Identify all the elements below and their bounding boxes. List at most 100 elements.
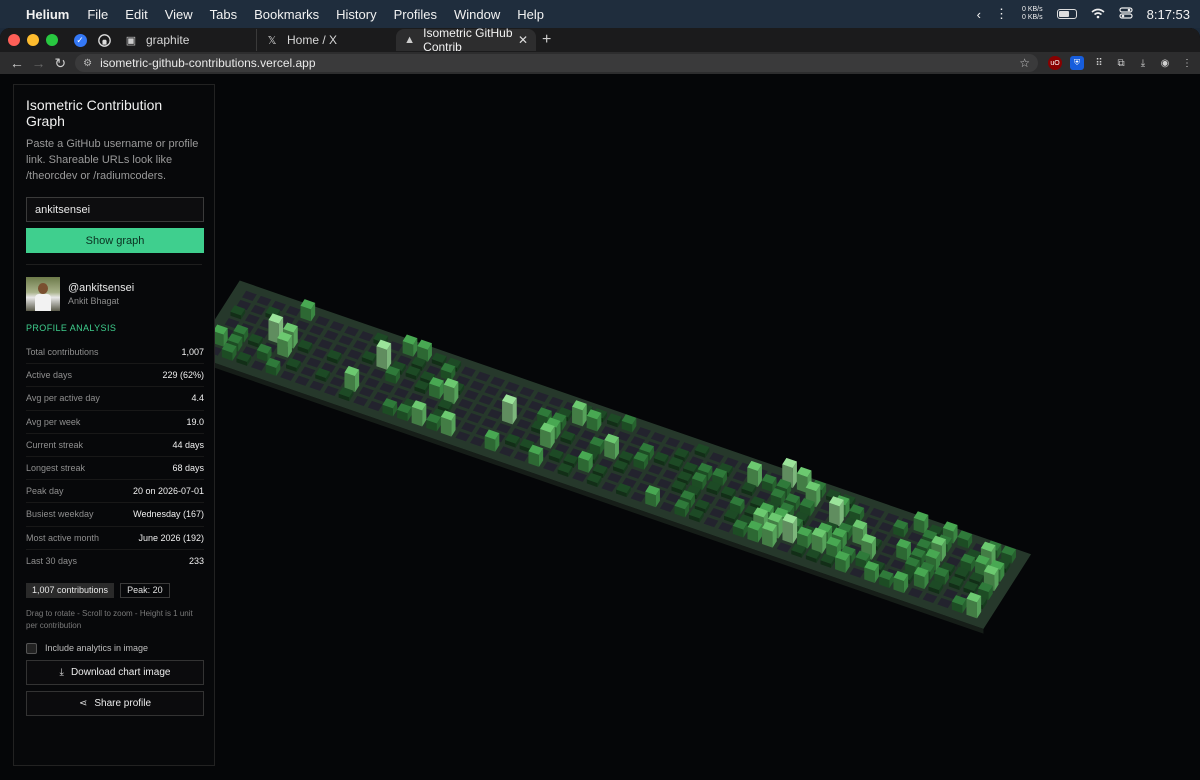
close-tab-icon[interactable]: ✕ (518, 33, 528, 47)
download-chart-button[interactable]: ⤓ Download chart image (26, 659, 204, 685)
menu-bookmarks[interactable]: Bookmarks (254, 7, 319, 22)
zoom-window-button[interactable] (46, 34, 58, 46)
menu-edit[interactable]: Edit (125, 7, 147, 22)
contribution-cell (277, 331, 292, 358)
extensions-puzzle-icon[interactable]: ⧉ (1114, 56, 1128, 70)
browser-window: ✓ ▣ graphite 𝕏 Home / X ▲ Isometric GitH… (0, 28, 1200, 780)
contribution-cell (762, 521, 777, 548)
menu-tabs[interactable]: Tabs (210, 7, 237, 22)
section-title: PROFILE ANALYSIS (26, 323, 117, 333)
summary-badges: 1,007 contributions Peak: 20 (26, 582, 202, 598)
control-center-icon[interactable] (1119, 6, 1133, 22)
menu-dots-icon[interactable]: ⋮ (1180, 56, 1194, 70)
clock[interactable]: 8:17:53 (1147, 7, 1190, 22)
bitwarden-icon[interactable]: ⛨ (1070, 56, 1085, 70)
cell-front-face (782, 519, 793, 544)
contribution-cell (913, 511, 929, 534)
stat-row: Most active month June 2026 (192) (26, 527, 204, 550)
menu-view[interactable]: View (165, 7, 193, 22)
stat-row: Peak day 20 on 2026-07-01 (26, 480, 204, 504)
forward-button[interactable]: → (28, 55, 50, 71)
tab-graphite[interactable]: ▣ graphite (116, 29, 256, 51)
page-description: Paste a GitHub username or profile link.… (26, 138, 199, 182)
battery-icon[interactable] (1056, 9, 1077, 19)
stat-row: Active days 229 (62%) (26, 364, 204, 388)
checkmark-badge-icon: ✓ (73, 33, 87, 47)
isometric-contribution-graph[interactable] (215, 74, 1200, 780)
contribution-cell (578, 450, 593, 473)
contribution-cell (864, 560, 879, 584)
macos-menubar: Helium File Edit View Tabs Bookmarks His… (0, 0, 1200, 28)
menu-profiles[interactable]: Profiles (394, 7, 437, 22)
contribution-cell (402, 334, 418, 357)
dots-vertical-icon[interactable]: ⋮ (995, 6, 1008, 22)
window-controls (8, 34, 58, 46)
new-tab-button[interactable]: + (542, 31, 551, 49)
stat-row: Last 30 days 233 (26, 556, 204, 567)
contribution-cell (747, 520, 763, 543)
include-analytics-label: Include analytics in image (45, 643, 149, 654)
cell-front-face (502, 400, 513, 425)
address-bar[interactable]: ⚙ isometric-github-contributions.vercel.… (75, 54, 1039, 72)
contribution-cell (893, 570, 909, 594)
reload-button[interactable]: ↻ (49, 55, 71, 72)
graphite-icon: ▣ (125, 34, 137, 47)
stat-row: Total contributions 1,007 (26, 341, 204, 365)
contribution-cell (440, 410, 456, 437)
minimize-window-button[interactable] (27, 34, 39, 46)
site-settings-icon[interactable]: ⚙ (83, 58, 92, 69)
menu-history[interactable]: History (336, 7, 376, 22)
control-panel: Isometric Contribution Graph Paste a Git… (13, 84, 215, 766)
chevron-left-icon[interactable]: ‹ (977, 7, 981, 22)
include-analytics-checkbox[interactable] (26, 642, 37, 654)
tab-home-x[interactable]: 𝕏 Home / X (256, 29, 396, 51)
network-stats: 0 KB/s 0 KB/s (1022, 6, 1043, 21)
stat-row: Longest streak 68 days (26, 457, 204, 481)
contribution-cell (540, 422, 555, 449)
tab-bar: ✓ ▣ graphite 𝕏 Home / X ▲ Isometric GitH… (0, 28, 1200, 54)
username-input[interactable] (26, 197, 204, 222)
apps-grid-icon[interactable]: ⠿ (1092, 56, 1106, 70)
profile-card: @ankitsensei Ankit Bhagat (26, 277, 202, 311)
pinned-tab-1[interactable]: ✓ (68, 30, 92, 50)
stat-row: Current streak 44 days (26, 434, 204, 457)
vercel-icon: ▲ (404, 34, 416, 46)
contribution-cell (811, 527, 827, 554)
avatar (26, 277, 60, 311)
menu-file[interactable]: File (87, 7, 108, 22)
show-graph-button[interactable]: Show graph (26, 228, 204, 253)
wifi-icon[interactable] (1091, 7, 1105, 22)
app-menu-helium[interactable]: Helium (26, 7, 69, 22)
tab-isometric-github[interactable]: ▲ Isometric GitHub Contrib ✕ (396, 28, 536, 54)
stat-row: Avg per week 19.0 (26, 411, 204, 434)
back-button[interactable]: ← (6, 55, 28, 71)
contribution-cell (604, 433, 619, 460)
bookmark-star-icon[interactable]: ☆ (1019, 56, 1030, 70)
stat-row: Avg per active day 4.4 (26, 387, 204, 411)
browser-toolbar: ← → ↻ ⚙ isometric-github-contributions.v… (0, 52, 1200, 74)
share-profile-button[interactable]: ⋖ Share profile (26, 690, 204, 716)
contribution-cell (572, 400, 587, 427)
contribution-cell (747, 460, 762, 488)
contribution-cell (645, 485, 660, 508)
menu-help[interactable]: Help (517, 7, 544, 22)
download-icon[interactable]: ⤓ (1136, 56, 1150, 70)
interaction-hint: Drag to rotate - Scroll to zoom - Height… (26, 608, 193, 630)
ublock-icon[interactable]: uO (1048, 56, 1063, 70)
include-analytics-toggle[interactable]: Include analytics in image (26, 642, 202, 654)
pinned-tab-github[interactable] (92, 30, 116, 50)
stat-row: Busiest weekday Wednesday (167) (26, 503, 204, 527)
contribution-cell (966, 592, 982, 619)
x-logo-icon: 𝕏 (267, 34, 277, 47)
stats-list: Total contributions 1,007 Active days 229 … (26, 341, 204, 573)
contribution-cell (896, 538, 911, 561)
contribution-cell (913, 566, 929, 590)
peak-badge: Peak: 20 (120, 582, 170, 598)
contribution-cell (502, 394, 517, 425)
extensions-bar: uO ⛨ ⠿ ⧉ ⤓ ◉ ⋮ (1048, 56, 1194, 70)
profile-icon[interactable]: ◉ (1158, 56, 1172, 70)
contribution-cell (484, 429, 500, 452)
close-window-button[interactable] (8, 34, 20, 46)
contribution-cell (586, 409, 602, 432)
menu-window[interactable]: Window (454, 7, 500, 22)
